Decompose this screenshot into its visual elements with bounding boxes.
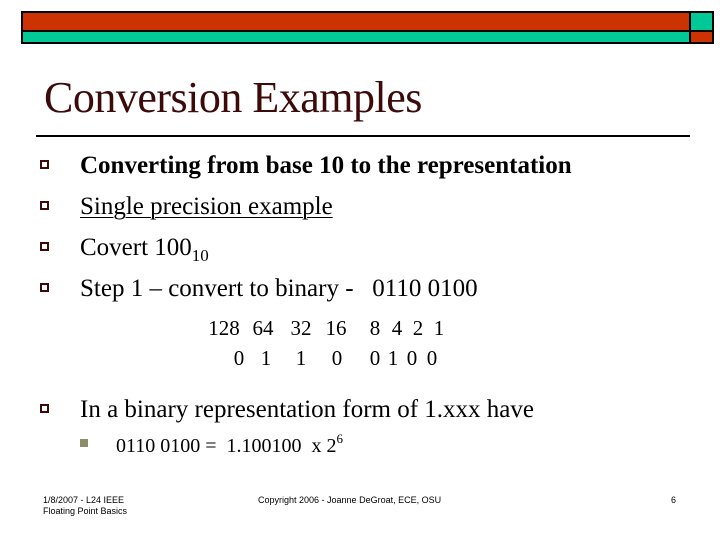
- bit-cell: 1: [295, 346, 307, 370]
- footer-date: 1/8/2007 - L24 IEEE Floating Point Basic…: [43, 495, 127, 517]
- weight-cell: 64: [252, 316, 274, 340]
- hollow-square-bullet-icon: [40, 283, 49, 292]
- exponent-superscript: 6: [336, 431, 344, 446]
- sub-bullet-text-main: 0110 0100 = 1.100100 x 2: [116, 435, 337, 457]
- footer-copyright: Copyright 2006 - Joanne DeGroat, ECE, OS…: [258, 495, 442, 505]
- weight-cell: 32: [290, 316, 312, 340]
- bullet-text: Step 1 – convert to binary - 0110 0100: [80, 275, 478, 302]
- weight-cell: 16: [325, 316, 347, 340]
- weight-cell: 2: [412, 316, 424, 340]
- sub-bullet-text: 0110 0100 = 1.100100 x 26: [116, 432, 343, 456]
- bullet-text: Covert 10010: [80, 235, 209, 264]
- title-divider: [36, 135, 690, 137]
- bit-cell: 0: [406, 346, 418, 370]
- bit-cell: 0: [331, 346, 343, 370]
- bit-cell: 0: [233, 346, 245, 370]
- bit-cell: 1: [260, 346, 272, 370]
- bullet-text: In a binary representation form of 1.xxx…: [80, 396, 535, 423]
- filled-square-bullet-icon: [80, 439, 88, 447]
- hollow-square-bullet-icon: [40, 160, 49, 169]
- weight-cell: 1: [433, 316, 445, 340]
- header-bar-red-end: [691, 32, 712, 42]
- header-bar-teal-end: [691, 13, 712, 30]
- slide-number: 6: [671, 495, 677, 505]
- hollow-square-bullet-icon: [40, 242, 49, 251]
- bullet-text-main: Covert 100: [80, 234, 192, 261]
- header-decoration-bars: [21, 11, 714, 44]
- bit-cell: 0: [369, 346, 381, 370]
- header-bar-teal: [23, 32, 689, 42]
- weight-cell: 128: [208, 316, 240, 340]
- weight-cell: 4: [391, 316, 403, 340]
- bit-cell: 0: [426, 346, 438, 370]
- header-bar-red: [23, 13, 689, 30]
- weight-cell: 8: [369, 316, 381, 340]
- footer-date-line1: 1/8/2007 - L24 IEEE: [43, 495, 125, 505]
- footer-date-line2: Floating Point Basics: [43, 506, 128, 516]
- slide-title: Conversion Examples: [44, 73, 422, 122]
- bullet-text: Converting from base 10 to the represent…: [80, 152, 572, 179]
- bullet-text: Single precision example: [80, 193, 333, 220]
- hollow-square-bullet-icon: [40, 404, 49, 413]
- hollow-square-bullet-icon: [40, 201, 49, 210]
- bit-cell: 1: [387, 346, 399, 370]
- base-subscript: 10: [191, 246, 209, 265]
